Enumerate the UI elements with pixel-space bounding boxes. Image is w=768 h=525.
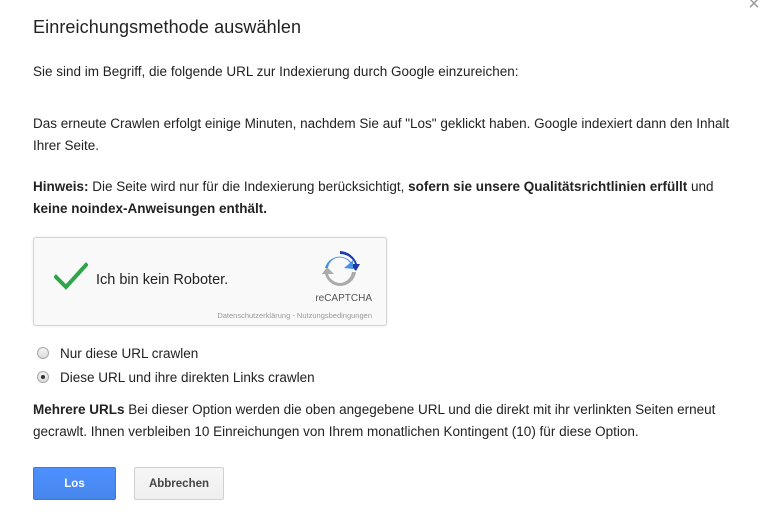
multi-url-label: Mehrere URLs — [33, 402, 125, 417]
captcha-label: Ich bin kein Roboter. — [96, 272, 229, 288]
option-url-and-links[interactable]: Diese URL und ihre direkten Links crawle… — [37, 367, 315, 387]
recaptcha-legal-links[interactable]: Datenschutzerklärung - Nutzungsbedingung… — [217, 311, 372, 320]
radio-button[interactable] — [37, 371, 49, 383]
multi-url-info: Mehrere URLs Bei dieser Option werden di… — [33, 399, 733, 442]
submit-button[interactable]: Los — [33, 467, 116, 500]
option-label: Diese URL und ihre direkten Links crawle… — [60, 369, 315, 385]
note-text-1: Die Seite wird nur für die Indexierung b… — [88, 179, 409, 194]
cancel-button[interactable]: Abbrechen — [134, 467, 224, 500]
intro-text: Sie sind im Begriff, die folgende URL zu… — [33, 64, 519, 79]
note-bold-1: sofern sie unsere Qualitätsrichtlinien e… — [408, 179, 688, 194]
close-icon[interactable]: × — [744, 0, 764, 14]
recaptcha-logo-icon — [322, 251, 360, 287]
option-only-url[interactable]: Nur diese URL crawlen — [37, 343, 198, 363]
option-label: Nur diese URL crawlen — [60, 345, 199, 361]
recaptcha-brand: reCAPTCHA — [315, 293, 372, 304]
note-text: Hinweis: Die Seite wird nur für die Inde… — [33, 176, 733, 220]
radio-button[interactable] — [37, 347, 49, 359]
recrawl-info-text: Das erneute Crawlen erfolgt einige Minut… — [33, 116, 730, 153]
multi-url-text: Bei dieser Option werden die oben angege… — [33, 402, 716, 439]
submission-dialog: × Einreichungsmethode auswählen Sie sind… — [0, 0, 768, 525]
note-text-2: und — [687, 179, 714, 194]
recaptcha-widget[interactable]: Ich bin kein Roboter. reCAPTCHA Datensch… — [33, 237, 387, 326]
checkmark-icon[interactable] — [54, 262, 88, 292]
dialog-title: Einreichungsmethode auswählen — [33, 17, 302, 37]
note-label: Hinweis: — [33, 179, 89, 194]
note-bold-2: keine noindex-Anweisungen enthält. — [33, 201, 268, 216]
